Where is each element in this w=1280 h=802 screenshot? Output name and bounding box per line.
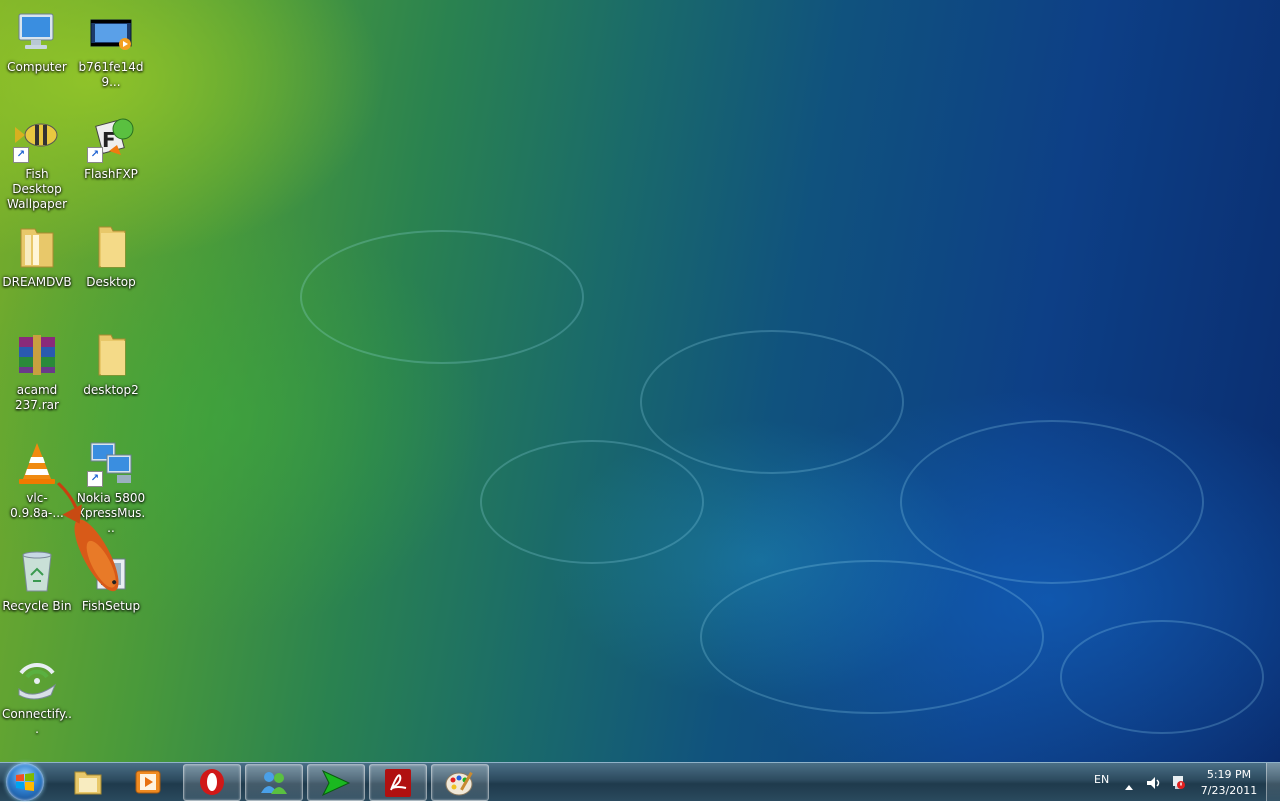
desktop-icon-desktop-folder[interactable]: Desktop (75, 223, 147, 290)
taskbar-button-opera[interactable] (183, 764, 241, 801)
fish-shortcut-icon: ↗ (13, 115, 61, 163)
clock-time: 5:19 PM (1206, 768, 1252, 781)
show-hidden-icons-icon[interactable] (1124, 777, 1134, 790)
taskbar: EN 5:19 PM 7/23/2011 (0, 762, 1280, 801)
water-ripple (480, 440, 704, 564)
desktop-icon-label: DREAMDVB (2, 275, 72, 289)
water-ripple (700, 560, 1044, 714)
media-player-icon (134, 769, 162, 799)
show-desktop-button[interactable] (1266, 763, 1280, 801)
shortcut-arrow-icon: ↗ (87, 471, 103, 487)
green-arrow-icon (321, 769, 351, 801)
desktop-icon-label: Desktop (86, 275, 136, 289)
shortcut-arrow-icon: ↗ (87, 147, 103, 163)
folder-icon (87, 223, 135, 271)
water-ripple (900, 420, 1204, 584)
desktop-icon-label: Connectify... (2, 707, 72, 736)
folders-icon (73, 768, 103, 800)
adobe-reader-icon (384, 768, 412, 802)
flashfxp-icon: F ↗ (87, 115, 135, 163)
volume-icon[interactable] (1146, 775, 1162, 791)
opera-icon (198, 768, 226, 800)
desktop-icon-video-file[interactable]: b761fe14d9... (75, 8, 147, 90)
taskbar-button-paint[interactable] (431, 764, 489, 801)
network-pc-icon: ↗ (87, 439, 135, 487)
taskbar-button-download-manager[interactable] (307, 764, 365, 801)
desktop-icon-label: acamd 237.rar (15, 383, 59, 412)
folder-icon (13, 223, 61, 271)
desktop-icon-dreamdvb[interactable]: DREAMDVB (1, 223, 73, 290)
desktop-icon-label: Computer (7, 60, 67, 74)
tray-clock[interactable]: 5:19 PM 7/23/2011 (1190, 767, 1268, 799)
water-ripple (300, 230, 584, 364)
water-ripple (640, 330, 904, 474)
desktop-icon-label: desktop2 (83, 383, 139, 397)
desktop-icon-fish-wallpaper[interactable]: ↗ Fish Desktop Wallpaper (1, 115, 73, 212)
water-ripple (1060, 620, 1264, 734)
desktop-icon-label: FlashFXP (84, 167, 138, 181)
desktop-icon-label: b761fe14d9... (78, 60, 144, 89)
connectify-icon (13, 655, 61, 703)
desktop-icon-connectify[interactable]: Connectify... (1, 655, 73, 737)
desktop-icon-label: Fish Desktop Wallpaper (6, 167, 68, 211)
video-file-icon (87, 8, 135, 56)
folder-icon (87, 331, 135, 379)
taskbar-button-windows-explorer[interactable] (60, 764, 116, 799)
messenger-icon (258, 769, 290, 801)
network-warning-icon[interactable] (1170, 774, 1186, 790)
desktop-wallpaper: Computer b761fe14d9... ↗ Fish Desktop Wa… (0, 0, 1280, 762)
desktop-icon-desktop2[interactable]: desktop2 (75, 331, 147, 398)
shortcut-arrow-icon: ↗ (13, 147, 29, 163)
start-button[interactable] (6, 763, 44, 801)
vlc-icon (13, 439, 61, 487)
clock-date: 7/23/2011 (1200, 784, 1258, 797)
winrar-archive-icon (13, 331, 61, 379)
desktop-icon-computer[interactable]: Computer (1, 8, 73, 75)
taskbar-button-messenger[interactable] (245, 764, 303, 801)
computer-icon (13, 8, 61, 56)
taskbar-button-media-player[interactable] (120, 764, 176, 799)
taskbar-button-adobe-reader[interactable] (369, 764, 427, 801)
paint-palette-icon (445, 769, 475, 801)
desktop-icon-recycle-bin[interactable]: Recycle Bin (1, 547, 73, 614)
desktop-icon-acamd-rar[interactable]: acamd 237.rar (1, 331, 73, 413)
recycle-bin-icon (13, 547, 61, 595)
desktop-icon-flashfxp[interactable]: F ↗ FlashFXP (75, 115, 147, 182)
windows-orb-icon (15, 772, 35, 792)
desktop-icon-label: Recycle Bin (2, 599, 72, 613)
tray-language-indicator[interactable]: EN (1094, 773, 1109, 786)
